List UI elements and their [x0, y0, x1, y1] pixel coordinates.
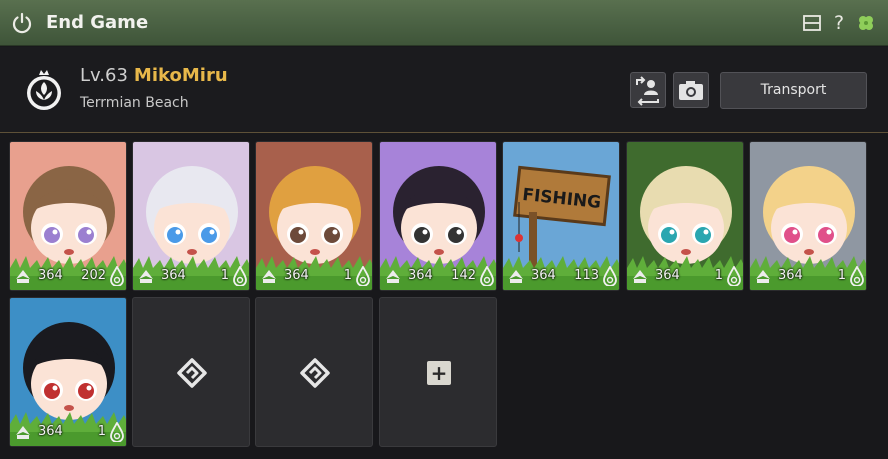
character-stats: 364 113 — [503, 266, 619, 288]
character-slot[interactable]: 364 202 — [9, 141, 127, 291]
character-level-name: Lv.63 MikoMiru — [80, 65, 228, 86]
character-slot[interactable]: 364 142 — [379, 141, 497, 291]
character-stats: 364 1 — [627, 266, 743, 288]
camera-icon — [679, 81, 703, 100]
clover-icon[interactable] — [856, 13, 876, 33]
drop-icon — [850, 266, 864, 286]
class-emblem-icon — [27, 70, 61, 110]
help-icon[interactable]: ? — [829, 13, 849, 33]
level-badge-icon — [633, 270, 647, 283]
character-count-value: 1 — [97, 424, 106, 439]
level-badge-icon — [262, 270, 276, 283]
character-count-value: 1 — [220, 268, 229, 283]
transport-button[interactable]: Transport — [720, 72, 867, 109]
character-name: MikoMiru — [133, 65, 228, 86]
character-level-value: 364 — [38, 268, 63, 283]
swap-character-button[interactable] — [630, 72, 666, 108]
character-slot[interactable]: 364 1 — [9, 297, 127, 447]
character-stats: 364 1 — [133, 266, 249, 288]
character-stats: 364 1 — [750, 266, 866, 288]
swap-character-icon — [636, 76, 659, 106]
drop-icon — [110, 422, 124, 442]
level-badge-icon — [386, 270, 400, 283]
empty-character-slot[interactable] — [255, 297, 373, 447]
character-level-value: 364 — [531, 268, 556, 283]
camera-button[interactable] — [673, 72, 709, 108]
title-bar: End Game ? — [0, 0, 888, 46]
drop-icon — [727, 266, 741, 286]
character-slot[interactable]: 364 1 — [749, 141, 867, 291]
character-count-value: 1 — [714, 268, 723, 283]
character-level-value: 364 — [408, 268, 433, 283]
power-icon[interactable] — [10, 11, 34, 35]
level-badge-icon — [16, 426, 30, 439]
character-stats: 364 142 — [380, 266, 496, 288]
character-level-value: 364 — [655, 268, 680, 283]
character-slot[interactable]: 364 1 — [255, 141, 373, 291]
character-level-value: 364 — [38, 424, 63, 439]
character-slot[interactable]: 364 1 — [132, 141, 250, 291]
character-level: 63 — [105, 65, 128, 86]
character-slot[interactable]: 364 1 — [626, 141, 744, 291]
character-header: Lv.63 MikoMiru Terrmian Beach Transport — [0, 47, 888, 133]
empty-character-slot[interactable] — [132, 297, 250, 447]
add-slot-icon: + — [427, 361, 451, 385]
empty-slot-icon — [300, 358, 330, 388]
drop-icon — [603, 266, 617, 286]
window-icon[interactable] — [802, 13, 822, 33]
add-character-slot[interactable]: + — [379, 297, 497, 447]
character-stats: 364 202 — [10, 266, 126, 288]
drop-icon — [110, 266, 124, 286]
window-title: End Game — [46, 12, 149, 33]
level-badge-icon — [139, 270, 153, 283]
level-badge-icon — [756, 270, 770, 283]
character-stats: 364 1 — [10, 422, 126, 444]
level-prefix: Lv. — [80, 65, 106, 86]
character-stats: 364 1 — [256, 266, 372, 288]
character-count-value: 113 — [574, 268, 599, 283]
character-slot[interactable]: FISHING 364 113 — [502, 141, 620, 291]
level-badge-icon — [16, 270, 30, 283]
character-count-value: 142 — [451, 268, 476, 283]
character-count-value: 1 — [343, 268, 352, 283]
character-count-value: 1 — [837, 268, 846, 283]
character-level-value: 364 — [161, 268, 186, 283]
drop-icon — [480, 266, 494, 286]
drop-icon — [356, 266, 370, 286]
empty-slot-icon — [177, 358, 207, 388]
character-location: Terrmian Beach — [80, 95, 189, 111]
character-level-value: 364 — [778, 268, 803, 283]
level-badge-icon — [509, 270, 523, 283]
character-level-value: 364 — [284, 268, 309, 283]
drop-icon — [233, 266, 247, 286]
character-count-value: 202 — [81, 268, 106, 283]
